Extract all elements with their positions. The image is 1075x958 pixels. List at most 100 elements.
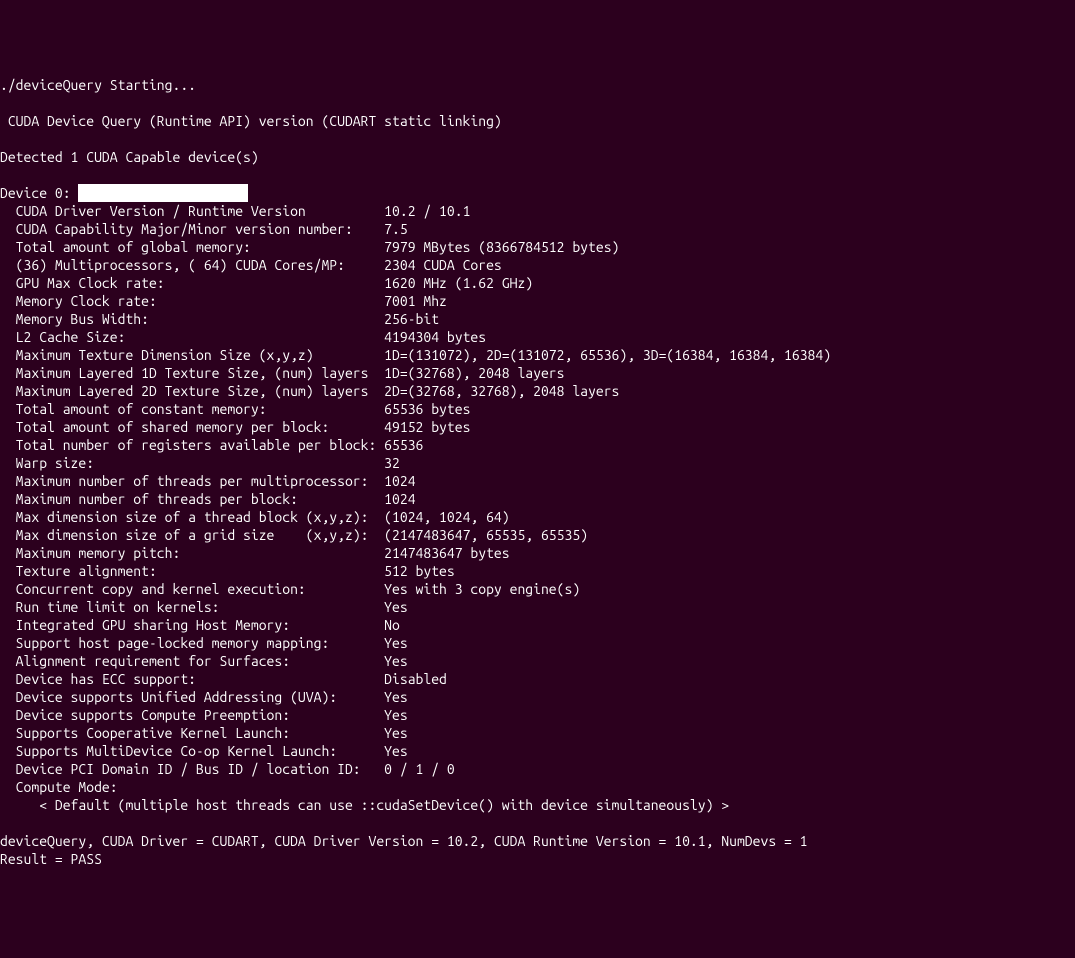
prop-label: Maximum memory pitch: — [0, 544, 384, 562]
prop-label: Maximum number of threads per block: — [0, 490, 384, 508]
prop-row: CUDA Driver Version / Runtime Version 10… — [0, 202, 1075, 220]
prop-row: Total amount of global memory: 7979 MByt… — [0, 238, 1075, 256]
prop-row: Maximum number of threads per multiproce… — [0, 472, 1075, 490]
prop-row: Device has ECC support: Disabled — [0, 670, 1075, 688]
prop-label: Maximum Texture Dimension Size (x,y,z) — [0, 346, 384, 364]
prop-row: Integrated GPU sharing Host Memory: No — [0, 616, 1075, 634]
prop-label: (36) Multiprocessors, ( 64) CUDA Cores/M… — [0, 256, 384, 274]
prop-label: Total number of registers available per … — [0, 436, 384, 454]
prop-label: Run time limit on kernels: — [0, 598, 384, 616]
prop-value: Yes — [384, 725, 408, 741]
prop-value: Yes — [384, 689, 408, 705]
prop-label: Maximum Layered 2D Texture Size, (num) l… — [0, 382, 384, 400]
prop-value: 1024 — [384, 491, 415, 507]
prop-value: Yes — [384, 707, 408, 723]
prop-label: Device has ECC support: — [0, 670, 384, 688]
prop-value: 65536 — [384, 437, 423, 453]
prop-row: Device PCI Domain ID / Bus ID / location… — [0, 760, 1075, 778]
prop-value: Yes — [384, 743, 408, 759]
prop-label: Alignment requirement for Surfaces: — [0, 652, 384, 670]
device-prefix: Device 0: — [0, 185, 78, 201]
prop-value: 1024 — [384, 473, 415, 489]
prop-row: Memory Bus Width: 256-bit — [0, 310, 1075, 328]
prop-label: Max dimension size of a grid size (x,y,z… — [0, 526, 384, 544]
prop-label: Supports MultiDevice Co-op Kernel Launch… — [0, 742, 384, 760]
prop-row: Device supports Compute Preemption: Yes — [0, 706, 1075, 724]
prop-label: GPU Max Clock rate: — [0, 274, 384, 292]
summary-line: deviceQuery, CUDA Driver = CUDART, CUDA … — [0, 833, 808, 849]
prop-value: (2147483647, 65535, 65535) — [384, 527, 588, 543]
prop-label: Total amount of constant memory: — [0, 400, 384, 418]
prop-value: 1D=(131072), 2D=(131072, 65536), 3D=(163… — [384, 347, 831, 363]
prop-label: Device supports Compute Preemption: — [0, 706, 384, 724]
prop-value: 7.5 — [384, 221, 408, 237]
prop-value: No — [384, 617, 400, 633]
prop-label: CUDA Driver Version / Runtime Version — [0, 202, 384, 220]
prop-row: Maximum Layered 1D Texture Size, (num) l… — [0, 364, 1075, 382]
redacted-device-name — [78, 184, 248, 202]
prop-value: 2147483647 bytes — [384, 545, 509, 561]
prop-value: Yes — [384, 599, 408, 615]
detected-line: Detected 1 CUDA Capable device(s) — [0, 149, 259, 165]
prop-value: Yes — [384, 635, 408, 651]
prop-row: Supports MultiDevice Co-op Kernel Launch… — [0, 742, 1075, 760]
terminal-output[interactable]: ./deviceQuery Starting... CUDA Device Qu… — [0, 76, 1075, 868]
prop-value: Yes — [384, 653, 408, 669]
prop-value: 49152 bytes — [384, 419, 470, 435]
prop-value: 4194304 bytes — [384, 329, 486, 345]
prop-row: (36) Multiprocessors, ( 64) CUDA Cores/M… — [0, 256, 1075, 274]
prop-value: 7979 MBytes (8366784512 bytes) — [384, 239, 619, 255]
compute-mode-text: < Default (multiple host threads can use… — [0, 797, 729, 813]
prop-label: Support host page-locked memory mapping: — [0, 634, 384, 652]
prop-value: 1D=(32768), 2048 layers — [384, 365, 564, 381]
prop-row: Maximum number of threads per block: 102… — [0, 490, 1075, 508]
prop-value: Yes with 3 copy engine(s) — [384, 581, 580, 597]
prop-value: 32 — [384, 455, 400, 471]
prop-label: Device PCI Domain ID / Bus ID / location… — [0, 760, 384, 778]
prop-row: GPU Max Clock rate: 1620 MHz (1.62 GHz) — [0, 274, 1075, 292]
prop-label: CUDA Capability Major/Minor version numb… — [0, 220, 384, 238]
prop-label: Supports Cooperative Kernel Launch: — [0, 724, 384, 742]
prop-value: 7001 Mhz — [384, 293, 447, 309]
prop-row: Supports Cooperative Kernel Launch: Yes — [0, 724, 1075, 742]
prop-row: Run time limit on kernels: Yes — [0, 598, 1075, 616]
prop-label: Texture alignment: — [0, 562, 384, 580]
prop-label: Total amount of global memory: — [0, 238, 384, 256]
prop-value: 512 bytes — [384, 563, 455, 579]
prop-value: 2D=(32768, 32768), 2048 layers — [384, 383, 619, 399]
prop-row: Total amount of constant memory: 65536 b… — [0, 400, 1075, 418]
prop-value: 2304 CUDA Cores — [384, 257, 502, 273]
prop-label: Warp size: — [0, 454, 384, 472]
prop-label: Maximum number of threads per multiproce… — [0, 472, 384, 490]
runtime-api-line: CUDA Device Query (Runtime API) version … — [0, 113, 502, 129]
prop-row: Total amount of shared memory per block:… — [0, 418, 1075, 436]
prop-value: Disabled — [384, 671, 447, 687]
prop-row: Alignment requirement for Surfaces: Yes — [0, 652, 1075, 670]
prop-label: Maximum Layered 1D Texture Size, (num) l… — [0, 364, 384, 382]
prop-label: Integrated GPU sharing Host Memory: — [0, 616, 384, 634]
prop-value: 0 / 1 / 0 — [384, 761, 455, 777]
prop-label: Max dimension size of a thread block (x,… — [0, 508, 384, 526]
prop-value: 1620 MHz (1.62 GHz) — [384, 275, 533, 291]
prop-row: Total number of registers available per … — [0, 436, 1075, 454]
prop-row: L2 Cache Size: 4194304 bytes — [0, 328, 1075, 346]
prop-row: Maximum Layered 2D Texture Size, (num) l… — [0, 382, 1075, 400]
prop-row: Memory Clock rate: 7001 Mhz — [0, 292, 1075, 310]
prop-row: Max dimension size of a thread block (x,… — [0, 508, 1075, 526]
prop-row: Max dimension size of a grid size (x,y,z… — [0, 526, 1075, 544]
prop-row: Warp size: 32 — [0, 454, 1075, 472]
prop-label: Memory Clock rate: — [0, 292, 384, 310]
prop-row: Concurrent copy and kernel execution: Ye… — [0, 580, 1075, 598]
prop-value: (1024, 1024, 64) — [384, 509, 509, 525]
prop-label: Total amount of shared memory per block: — [0, 418, 384, 436]
prop-row: Device supports Unified Addressing (UVA)… — [0, 688, 1075, 706]
prop-label: L2 Cache Size: — [0, 328, 384, 346]
prop-value: 10.2 / 10.1 — [384, 203, 470, 219]
prop-label: Memory Bus Width: — [0, 310, 384, 328]
prop-value: 256-bit — [384, 311, 439, 327]
prop-label: Concurrent copy and kernel execution: — [0, 580, 384, 598]
prop-value: 65536 bytes — [384, 401, 470, 417]
prop-row: Support host page-locked memory mapping:… — [0, 634, 1075, 652]
prop-row: Maximum memory pitch: 2147483647 bytes — [0, 544, 1075, 562]
prop-row: Texture alignment: 512 bytes — [0, 562, 1075, 580]
